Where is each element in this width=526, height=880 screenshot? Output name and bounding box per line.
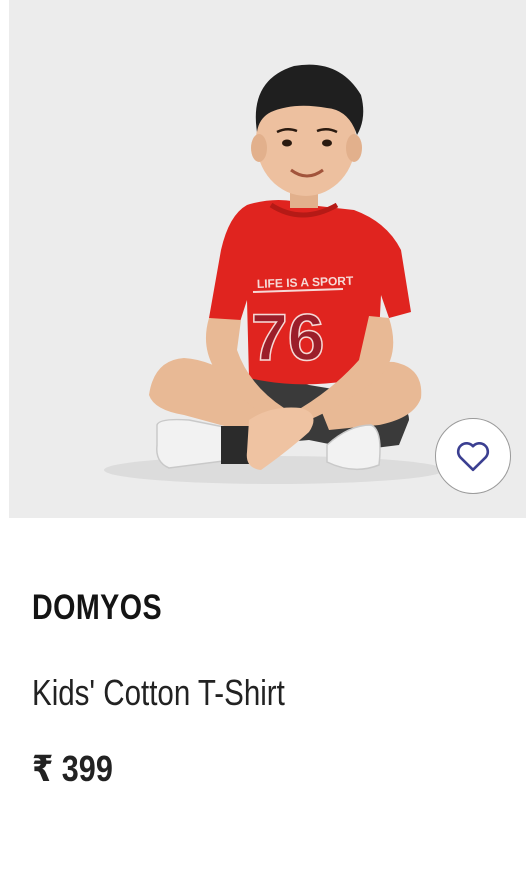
product-price: ₹ 399: [32, 748, 113, 789]
wishlist-button[interactable]: [435, 418, 511, 494]
heart-outline-icon: [456, 442, 490, 472]
product-image[interactable]: LIFE IS A SPORT 76: [9, 0, 526, 518]
product-brand: DOMYOS: [32, 588, 163, 627]
svg-text:76: 76: [251, 300, 324, 374]
product-name[interactable]: Kids' Cotton T-Shirt: [32, 672, 285, 714]
product-card[interactable]: LIFE IS A SPORT 76 DOMYOS Kids' Cotton T…: [0, 0, 526, 880]
